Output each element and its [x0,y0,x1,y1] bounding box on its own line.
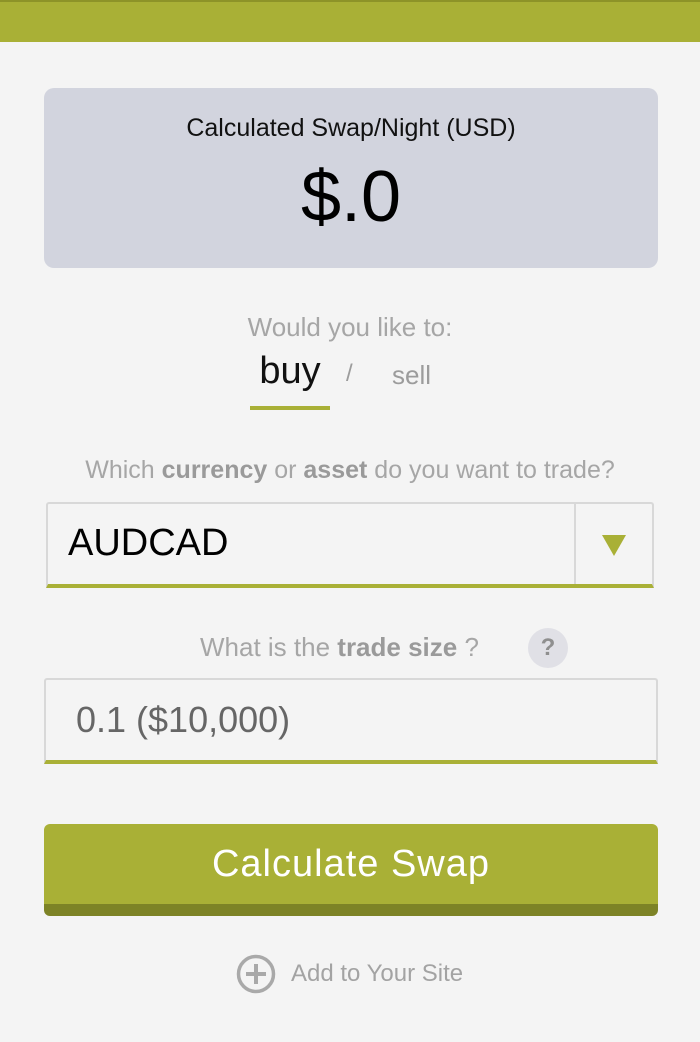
trade-size-prompt-post: ? [457,632,479,662]
asset-prompt-pre: Which [85,456,162,484]
asset-selected-value: AUDCAD [68,522,229,564]
sell-option[interactable]: sell [392,360,431,391]
trade-size-input[interactable] [44,678,658,764]
asset-prompt-currency: currency [161,456,268,484]
trade-size-prompt: What is the trade size ? [200,632,479,663]
asset-dropdown-toggle[interactable] [574,504,652,584]
result-panel: Calculated Swap/Night (USD) $.0 [44,88,658,268]
asset-select[interactable]: AUDCAD [46,502,654,588]
asset-prompt-asset: asset [303,456,368,484]
calculate-swap-button[interactable]: Calculate Swap [44,824,658,916]
trade-size-help-button[interactable]: ? [528,628,568,668]
asset-prompt-mid: or [267,456,304,484]
top-accent-bar [0,0,700,42]
plus-circle-icon [236,954,276,994]
triangle-down-icon [602,535,626,556]
add-to-site-label: Add to Your Site [291,960,464,987]
asset-prompt-post: do you want to trade? [367,456,615,484]
result-value: $.0 [300,157,402,237]
direction-prompt: Would you like to: [247,312,453,342]
direction-separator: / [346,360,353,387]
trade-size-prompt-pre: What is the [200,632,338,662]
asset-prompt: Which currency or asset do you want to t… [0,456,700,485]
buy-option[interactable]: buy [250,350,330,410]
result-label: Calculated Swap/Night (USD) [186,114,516,142]
trade-size-prompt-bold: trade size [337,632,458,662]
